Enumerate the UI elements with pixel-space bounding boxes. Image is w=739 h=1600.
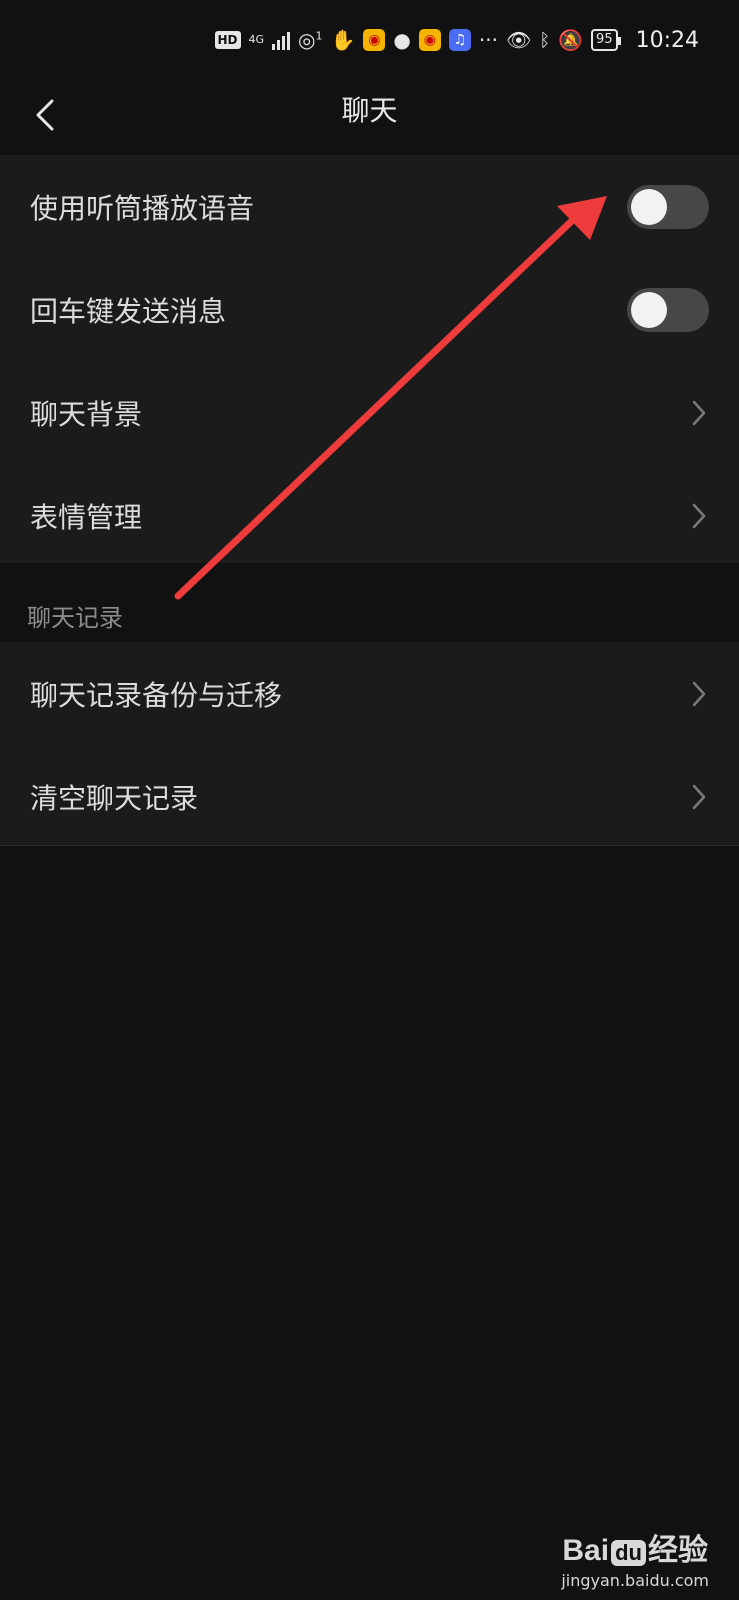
navigation-bar: 聊天 bbox=[0, 80, 739, 155]
watermark-url: jingyan.baidu.com bbox=[561, 1571, 709, 1590]
setting-row-earpiece-playback[interactable]: 使用听筒播放语音 bbox=[0, 155, 739, 258]
page-title: 聊天 bbox=[341, 94, 398, 127]
setting-label: 聊天记录备份与迁移 bbox=[30, 678, 283, 712]
toggle-knob bbox=[631, 291, 667, 328]
network-type-label: 4G bbox=[248, 33, 265, 46]
hand-icon: ✋ bbox=[330, 28, 356, 52]
music-app-icon: ♫ bbox=[448, 29, 471, 51]
chat-settings-group: 使用听筒播放语音 回车键发送消息 聊天背景 表情管理 bbox=[0, 155, 739, 563]
hd-icon: HD bbox=[214, 31, 241, 49]
baidu-jingyan-watermark: Bai du 经验 jingyan.baidu.com bbox=[561, 1525, 709, 1590]
setting-row-sticker-management[interactable]: 表情管理 bbox=[0, 464, 739, 567]
toggle-knob bbox=[631, 188, 667, 225]
message-bubble-icon: ● bbox=[393, 28, 411, 52]
status-icons: HD 4G ◎1 ✋ ◉ ● ◉ ♫ ··· 👁 ᛒ 🔕 95 10:24 bbox=[214, 27, 699, 53]
setting-label: 使用听筒播放语音 bbox=[30, 191, 255, 225]
chat-history-group: 聊天记录备份与迁移 清空聊天记录 bbox=[0, 642, 739, 845]
chevron-right-icon bbox=[689, 679, 709, 709]
hotspot-icon: ◎1 bbox=[298, 28, 323, 52]
chevron-right-icon bbox=[689, 782, 709, 812]
status-bar: HD 4G ◎1 ✋ ◉ ● ◉ ♫ ··· 👁 ᛒ 🔕 95 10:24 bbox=[0, 0, 739, 80]
chevron-right-icon bbox=[689, 398, 709, 428]
setting-label: 聊天背景 bbox=[30, 397, 143, 431]
setting-label: 表情管理 bbox=[30, 500, 143, 534]
mute-bell-icon: 🔕 bbox=[558, 28, 584, 52]
setting-row-clear-history[interactable]: 清空聊天记录 bbox=[0, 745, 739, 848]
eye-icon: 👁 bbox=[505, 28, 532, 52]
weibo-icon: ◉ bbox=[363, 29, 386, 51]
section-header-chat-history: 聊天记录 bbox=[27, 604, 123, 632]
bluetooth-icon: ᛒ bbox=[539, 29, 551, 51]
earpiece-playback-toggle[interactable] bbox=[627, 184, 709, 229]
enter-to-send-toggle[interactable] bbox=[627, 287, 709, 332]
setting-row-enter-to-send[interactable]: 回车键发送消息 bbox=[0, 258, 739, 361]
signal-icon bbox=[272, 30, 291, 50]
setting-row-backup-migrate[interactable]: 聊天记录备份与迁移 bbox=[0, 642, 739, 745]
bottom-divider bbox=[0, 845, 739, 846]
battery-icon: 95 bbox=[591, 29, 621, 51]
status-time: 10:24 bbox=[635, 27, 699, 53]
watermark-logo: Bai du 经验 bbox=[562, 1534, 708, 1567]
setting-label: 回车键发送消息 bbox=[30, 294, 227, 328]
setting-label: 清空聊天记录 bbox=[30, 781, 199, 815]
chevron-right-icon bbox=[689, 501, 709, 531]
setting-row-chat-background[interactable]: 聊天背景 bbox=[0, 361, 739, 464]
more-icon: ··· bbox=[478, 28, 498, 52]
weibo-icon-2: ◉ bbox=[418, 29, 441, 51]
